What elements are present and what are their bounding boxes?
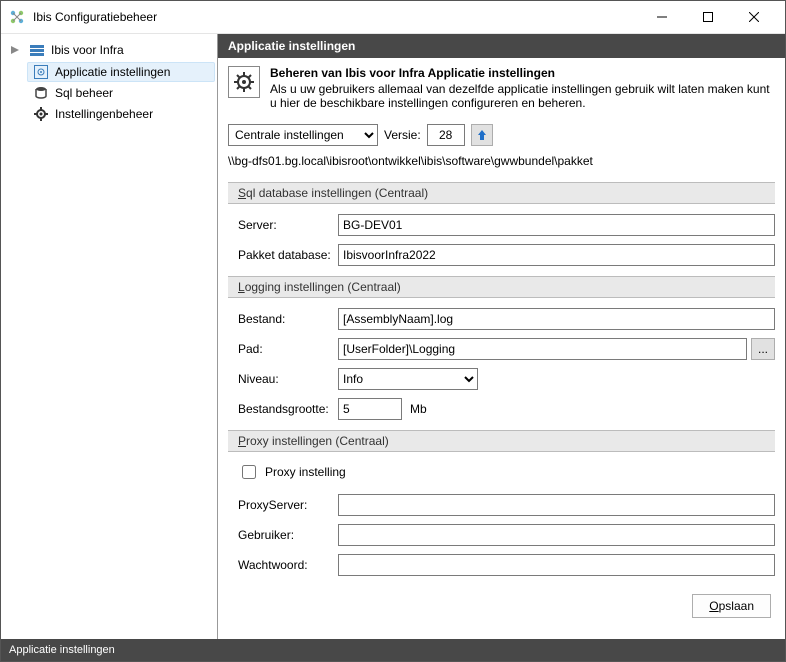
close-button[interactable] <box>731 1 777 33</box>
database-icon <box>33 85 49 101</box>
sidebar-item-label: Sql beheer <box>55 86 113 100</box>
maximize-button[interactable] <box>685 1 731 33</box>
log-bestand-label: Bestand: <box>228 312 338 326</box>
proxy-pass-input[interactable] <box>338 554 775 576</box>
minimize-button[interactable] <box>639 1 685 33</box>
proxy-user-label: Gebruiker: <box>228 528 338 542</box>
panel-header: Beheren van Ibis voor Infra Applicatie i… <box>228 66 775 110</box>
panel-header-text: Beheren van Ibis voor Infra Applicatie i… <box>270 66 775 110</box>
tree-root[interactable]: Ibis voor Infra <box>3 40 215 60</box>
root-icon <box>29 42 45 58</box>
save-button[interactable]: Opslaan <box>692 594 771 618</box>
versie-up-button[interactable] <box>471 124 493 146</box>
proxy-enable-label: Proxy instelling <box>265 465 346 479</box>
gear-icon <box>33 106 49 122</box>
sql-db-input[interactable] <box>338 244 775 266</box>
proxy-enable-checkbox[interactable] <box>242 465 256 479</box>
main-body: Beheren van Ibis voor Infra Applicatie i… <box>218 58 785 639</box>
sql-db-label: Pakket database: <box>228 248 338 262</box>
button-row: Opslaan <box>228 584 775 622</box>
app-icon <box>9 9 25 25</box>
log-pad-label: Pad: <box>228 342 338 356</box>
sidebar-item-sql[interactable]: Sql beheer <box>27 83 215 103</box>
window-title: Ibis Configuratiebeheer <box>33 10 639 24</box>
gear-box-icon <box>33 64 49 80</box>
status-bar: Applicatie instellingen <box>1 639 785 661</box>
sql-server-label: Server: <box>228 218 338 232</box>
proxy-server-input[interactable] <box>338 494 775 516</box>
panel-title-bar: Applicatie instellingen <box>218 34 785 58</box>
log-niveau-row: Niveau: Info <box>228 368 775 390</box>
sql-section-header: Sql database instellingen (Centraal) <box>228 182 775 204</box>
save-button-rest: pslaan <box>719 599 754 613</box>
proxy-enable-row: Proxy instelling <box>228 462 775 482</box>
window-controls <box>639 1 777 33</box>
log-bestand-input[interactable] <box>338 308 775 330</box>
panel-header-subtitle: Als u uw gebruikers allemaal van dezelfd… <box>270 82 775 110</box>
log-size-label: Bestandsgrootte: <box>228 402 338 416</box>
proxy-pass-row: Wachtwoord: <box>228 554 775 576</box>
main-panel: Applicatie instellingen Beheren van Ibis… <box>217 34 785 639</box>
app-window: Ibis Configuratiebeheer Ibi <box>0 0 786 662</box>
versie-label: Versie: <box>384 128 421 142</box>
sql-server-row: Server: <box>228 214 775 236</box>
log-niveau-label: Niveau: <box>228 372 338 386</box>
log-size-unit: Mb <box>410 402 427 416</box>
content-area: Ibis voor Infra Applicatie instellingen … <box>1 33 785 639</box>
sidebar-item-label: Applicatie instellingen <box>55 65 170 79</box>
sidebar-item-instellingen[interactable]: Instellingenbeheer <box>27 104 215 124</box>
sidebar-tree: Ibis voor Infra Applicatie instellingen … <box>1 34 217 639</box>
proxy-server-row: ProxyServer: <box>228 494 775 516</box>
settings-path: \\bg-dfs01.bg.local\ibisroot\ontwikkel\i… <box>228 154 775 168</box>
panel-header-title: Beheren van Ibis voor Infra Applicatie i… <box>270 66 775 80</box>
proxy-section-header: Proxy instellingen (Centraal) <box>228 430 775 452</box>
sidebar-item-applicatie[interactable]: Applicatie instellingen <box>27 62 215 82</box>
versie-input[interactable] <box>427 124 465 146</box>
proxy-server-label: ProxyServer: <box>228 498 338 512</box>
tree-root-label: Ibis voor Infra <box>51 43 124 57</box>
log-bestand-row: Bestand: <box>228 308 775 330</box>
tree-children: Applicatie instellingen Sql beheer Inste… <box>3 62 215 124</box>
log-pad-row: Pad: ... <box>228 338 775 360</box>
proxy-user-input[interactable] <box>338 524 775 546</box>
panel-header-icon <box>228 66 260 98</box>
settings-scope-combo[interactable]: Centrale instellingen <box>228 124 378 146</box>
sidebar-item-label: Instellingenbeheer <box>55 107 153 121</box>
log-niveau-select[interactable]: Info <box>338 368 478 390</box>
log-size-input[interactable] <box>338 398 402 420</box>
settings-scope-row: Centrale instellingen Versie: <box>228 124 775 146</box>
expand-icon[interactable] <box>7 42 23 58</box>
browse-button[interactable]: ... <box>751 338 775 360</box>
sql-db-row: Pakket database: <box>228 244 775 266</box>
log-pad-input[interactable] <box>338 338 747 360</box>
log-size-row: Bestandsgrootte: Mb <box>228 398 775 420</box>
titlebar: Ibis Configuratiebeheer <box>1 1 785 33</box>
sql-server-input[interactable] <box>338 214 775 236</box>
proxy-user-row: Gebruiker: <box>228 524 775 546</box>
log-section-header: Logging instellingen (Centraal) <box>228 276 775 298</box>
proxy-pass-label: Wachtwoord: <box>228 558 338 572</box>
